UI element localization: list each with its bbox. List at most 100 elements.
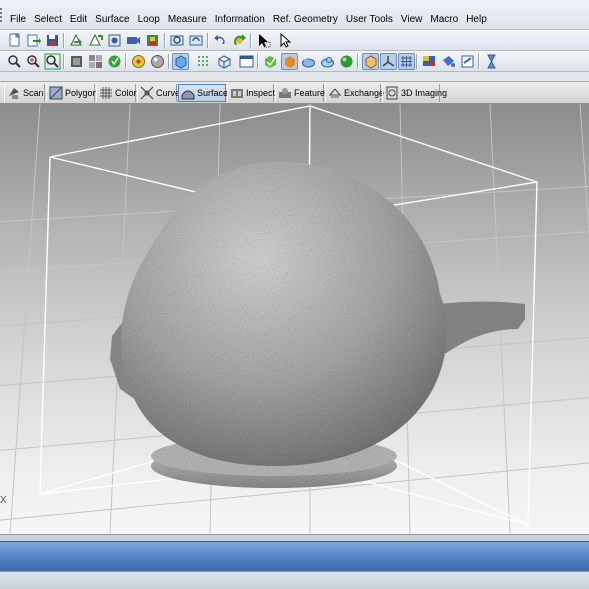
- toolbar-separator: [416, 54, 418, 69]
- check-shape-icon[interactable]: [262, 53, 279, 70]
- tab-exchange-label: Exchange: [344, 88, 385, 98]
- application-window: File Select Edit Surface Loop Measure In…: [0, 0, 589, 589]
- tab-polygon[interactable]: Polygon: [46, 84, 98, 102]
- viewport-canvas[interactable]: [0, 104, 589, 534]
- open-file-icon[interactable]: [25, 32, 42, 49]
- tab-scan[interactable]: Scan: [4, 84, 45, 102]
- grid-icon[interactable]: [398, 53, 415, 70]
- tab-3d-imaging-label: 3D Imaging: [401, 88, 448, 98]
- render-sphere-icon[interactable]: [149, 53, 166, 70]
- tab-exchange[interactable]: Exchange: [325, 84, 385, 102]
- scan-icon: [7, 86, 21, 100]
- snapshot-icon[interactable]: [106, 32, 123, 49]
- surface-icon: [181, 86, 195, 100]
- menu-help[interactable]: Help: [462, 13, 491, 27]
- menu-surface[interactable]: Surface: [91, 13, 133, 27]
- menu-bar: File Select Edit Surface Loop Measure In…: [0, 0, 589, 30]
- bucket-icon[interactable]: [440, 53, 457, 70]
- cloud2-shape-icon[interactable]: [319, 53, 336, 70]
- standard-toolbar: [0, 30, 589, 51]
- import-icon[interactable]: [68, 32, 85, 49]
- menu-view[interactable]: View: [397, 13, 427, 27]
- toolbar-separator: [164, 33, 166, 48]
- record-icon[interactable]: [125, 32, 142, 49]
- menu-select[interactable]: Select: [30, 13, 66, 27]
- toolbar-separator: [250, 33, 252, 48]
- tab-inspect[interactable]: Inspect: [227, 84, 276, 102]
- pan-icon[interactable]: [68, 53, 85, 70]
- view-toolbar: [0, 51, 589, 72]
- toolbar-separator: [207, 33, 209, 48]
- zoom-icon[interactable]: [6, 53, 23, 70]
- heart-shape-icon[interactable]: [281, 53, 298, 70]
- axis-x-label: X: [0, 495, 7, 506]
- tab-inspect-label: Inspect: [246, 88, 276, 98]
- zoom-in-icon[interactable]: [25, 53, 42, 70]
- axis-icon[interactable]: [380, 53, 397, 70]
- tab-curve-label: Curve: [156, 88, 181, 98]
- tab-curve[interactable]: Curve: [137, 84, 181, 102]
- cloud-shape-icon[interactable]: [300, 53, 317, 70]
- undo-icon[interactable]: [212, 32, 229, 49]
- view-cube-icon[interactable]: [106, 53, 123, 70]
- box-mode-icon[interactable]: [216, 53, 233, 70]
- shaded-mode-icon[interactable]: [172, 53, 189, 70]
- 3d-viewport[interactable]: X: [0, 104, 589, 534]
- zoom-fit-icon[interactable]: [44, 53, 61, 70]
- search-object-icon[interactable]: [169, 32, 186, 49]
- menu-user-tools[interactable]: User Tools: [342, 13, 397, 27]
- select-pointer-icon[interactable]: [255, 32, 272, 49]
- feature-icon: [278, 86, 292, 100]
- rotate-view-icon[interactable]: [188, 32, 205, 49]
- color-icon: [99, 86, 113, 100]
- menu-information[interactable]: Information: [211, 13, 269, 27]
- menu-edit[interactable]: Edit: [66, 13, 91, 27]
- green-sphere-icon[interactable]: [338, 53, 355, 70]
- tab-polygon-label: Polygon: [65, 88, 98, 98]
- export-icon[interactable]: [87, 32, 104, 49]
- toolbar-separator: [168, 54, 170, 69]
- tab-scan-label: Scan: [23, 88, 44, 98]
- bottom-panel: [0, 541, 589, 572]
- redo-icon[interactable]: [231, 32, 248, 49]
- polygon-icon: [49, 86, 63, 100]
- tab-feature-label: Feature: [294, 88, 326, 98]
- model-body[interactable]: [120, 161, 447, 466]
- module-toolbar: Scan Polygon Color Curve Surface Inspect…: [0, 81, 589, 104]
- status-bar: [0, 571, 589, 589]
- toolbar-separator: [478, 54, 480, 69]
- curve-icon: [140, 86, 154, 100]
- tab-surface-label: Surface: [197, 88, 229, 98]
- tab-3d-imaging[interactable]: 3D Imaging: [382, 84, 447, 102]
- tab-feature[interactable]: Feature: [275, 84, 326, 102]
- render-sphere-icon[interactable]: [130, 53, 147, 70]
- select-arrow-icon[interactable]: [276, 32, 293, 49]
- color-map-icon[interactable]: [421, 53, 438, 70]
- menu-ref-geometry[interactable]: Ref. Geometry: [269, 13, 342, 27]
- refresh-icon[interactable]: [87, 53, 104, 70]
- toolbar-separator: [63, 33, 65, 48]
- new-file-icon[interactable]: [6, 32, 23, 49]
- inspect-icon: [230, 86, 244, 100]
- toolbar-separator: [357, 54, 359, 69]
- print-icon[interactable]: [144, 32, 161, 49]
- hide-icon[interactable]: [459, 53, 476, 70]
- tab-color[interactable]: Color: [96, 84, 137, 102]
- menu-file[interactable]: File: [6, 13, 30, 27]
- 3d-imaging-icon: [385, 86, 399, 100]
- hourglass-icon[interactable]: [483, 53, 500, 70]
- toolbar-separator: [63, 54, 65, 69]
- bounding-box-icon[interactable]: [362, 53, 379, 70]
- points-mode-icon[interactable]: [195, 53, 212, 70]
- menu-loop[interactable]: Loop: [134, 13, 164, 27]
- menu-macro[interactable]: Macro: [426, 13, 462, 27]
- menu-measure[interactable]: Measure: [164, 13, 211, 27]
- menu-items: File Select Edit Surface Loop Measure In…: [6, 13, 491, 27]
- window-icon[interactable]: [238, 53, 255, 70]
- toolbar-gap: [0, 72, 589, 81]
- tab-surface[interactable]: Surface: [178, 84, 229, 102]
- exchange-icon: [328, 86, 342, 100]
- save-file-icon[interactable]: [44, 32, 61, 49]
- tab-color-label: Color: [115, 88, 137, 98]
- toolbar-separator: [257, 54, 259, 69]
